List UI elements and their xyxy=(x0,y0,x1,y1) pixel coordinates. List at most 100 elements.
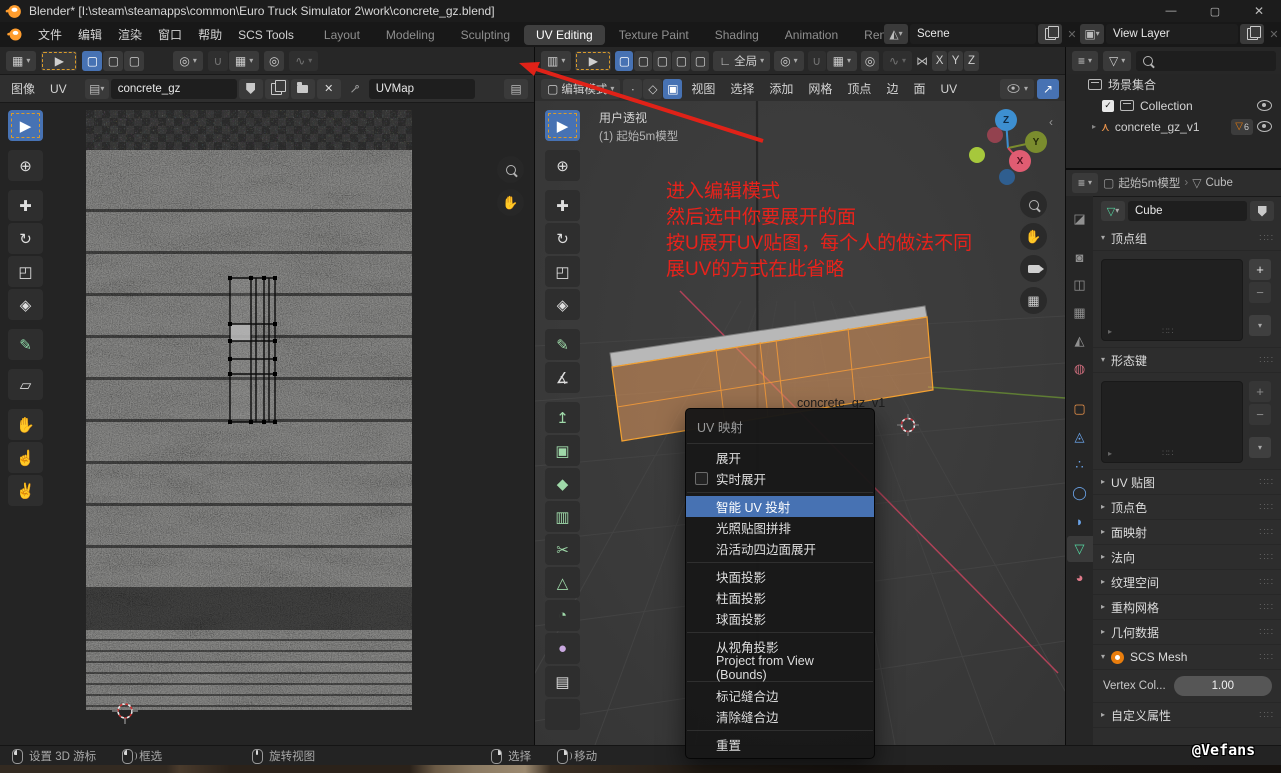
select-vertex-button[interactable]: ∙ xyxy=(623,79,642,99)
tab-material[interactable]: ◕ xyxy=(1067,564,1093,590)
uv-proportional-toggle[interactable]: ◎ xyxy=(264,51,284,71)
uv-tool-pinch[interactable]: ✌ xyxy=(8,475,43,506)
properties-type-button[interactable]: ≡▾ xyxy=(1072,173,1098,193)
vgroup-remove-button[interactable]: − xyxy=(1249,282,1271,303)
blender-menu-button[interactable] xyxy=(0,22,30,47)
panel-geometry-data[interactable]: ▸几何数据∷∷ xyxy=(1093,620,1281,645)
panel-face-maps[interactable]: ▸面映射∷∷ xyxy=(1093,520,1281,545)
vp-menu-uv[interactable]: UV xyxy=(934,75,963,102)
vp-tool-edge-slide[interactable]: ▤ xyxy=(545,666,580,697)
vp-menu-face[interactable]: 面 xyxy=(907,75,931,102)
vp-tool-poly-build[interactable]: △ xyxy=(545,567,580,598)
vp-select-set[interactable]: ▢ xyxy=(615,51,633,71)
navigation-gizmo[interactable]: Z Y X xyxy=(963,103,1053,193)
tab-output[interactable]: ◫ xyxy=(1067,272,1093,298)
scene-unlink-button[interactable]: ✕ xyxy=(1064,28,1080,41)
view-layer-remove-button[interactable]: ✕ xyxy=(1266,28,1281,41)
uv-select-mode-set[interactable]: ▢ xyxy=(82,51,102,71)
eye-icon[interactable] xyxy=(1257,121,1272,132)
uv-zoom-button[interactable] xyxy=(497,156,524,183)
vp-tool-smooth[interactable]: ● xyxy=(545,633,580,664)
vp-falloff-button[interactable]: ∿▾ xyxy=(883,51,912,71)
vp-pan-button[interactable]: ✋ xyxy=(1020,223,1047,250)
vp-tool-extra[interactable] xyxy=(545,699,580,730)
uv-tool-tweak[interactable]: ▶ xyxy=(8,110,43,141)
shapekey-add-button[interactable]: + xyxy=(1249,381,1271,402)
menu-window[interactable]: 窗口 xyxy=(150,22,190,47)
vp-tool-scale[interactable]: ◰ xyxy=(545,256,580,287)
outliner-object-row[interactable]: ▸ ⋏ concrete_gz_v1 ▽ 6 xyxy=(1066,116,1281,137)
uv-selected-face[interactable] xyxy=(230,324,251,341)
uvmap-field[interactable]: UVMap xyxy=(369,79,475,99)
mirror-y-toggle[interactable]: Y xyxy=(948,51,963,71)
tab-layout[interactable]: Layout xyxy=(312,25,372,45)
tab-particles[interactable]: ∴ xyxy=(1067,452,1093,478)
tab-world[interactable]: ◍ xyxy=(1067,356,1093,382)
shape-keys-list[interactable]: ▸ ∷∷ xyxy=(1101,381,1243,463)
list-expand-icon[interactable]: ▸ xyxy=(1108,449,1112,458)
menu-edit[interactable]: 编辑 xyxy=(70,22,110,47)
uv-pivot-button[interactable]: ◎▾ xyxy=(173,51,203,71)
overlays-dropdown[interactable]: ▾ xyxy=(1000,79,1034,99)
vp-menu-add[interactable]: 添加 xyxy=(763,75,799,102)
expand-triangle-icon[interactable]: ▸ xyxy=(1092,123,1096,131)
breadcrumb-object[interactable]: 起始5m模型 xyxy=(1118,175,1180,191)
tab-shading[interactable]: Shading xyxy=(703,25,771,45)
scene-copy-button[interactable] xyxy=(1038,24,1062,44)
outliner-filter-button[interactable]: ▽▾ xyxy=(1103,51,1131,71)
vp-select-subtract[interactable]: ▢ xyxy=(653,51,671,71)
vp-tool-spin[interactable]: ◔ xyxy=(545,600,580,631)
collapse-region-button[interactable]: ‹ xyxy=(1049,115,1053,129)
uv-tool-scale[interactable]: ◰ xyxy=(8,256,43,287)
mesh-name-field[interactable]: Cube xyxy=(1128,201,1247,221)
image-browse-button[interactable]: ▤▾ xyxy=(85,79,109,99)
uv-snap-target-button[interactable]: ▦▾ xyxy=(229,51,259,71)
uv-tool-grab[interactable]: ✋ xyxy=(8,409,43,440)
vertex-col-slider[interactable]: 1.00 xyxy=(1174,676,1272,696)
scene-name-field[interactable]: Scene xyxy=(910,24,1036,44)
menu-item-live-unwrap[interactable]: 实时展开 xyxy=(686,468,874,489)
vp-tool-loop-cut[interactable]: ▥ xyxy=(545,501,580,532)
vp-tool-measure[interactable]: ∡ xyxy=(545,362,580,393)
vp-camera-button[interactable] xyxy=(1020,255,1047,282)
close-button[interactable]: ✕ xyxy=(1237,0,1281,22)
vp-select-invert[interactable]: ▢ xyxy=(672,51,690,71)
menu-item-project-from-view-bounds[interactable]: Project from View (Bounds) xyxy=(686,657,874,678)
list-resize-grip[interactable]: ∷∷ xyxy=(1162,326,1173,337)
tab-texture-paint[interactable]: Texture Paint xyxy=(607,25,701,45)
panel-shape-keys[interactable]: ▾ 形态键∷∷ xyxy=(1093,348,1281,373)
shapekey-remove-button[interactable]: − xyxy=(1249,404,1271,425)
view-layer-name-field[interactable]: View Layer xyxy=(1106,24,1238,44)
menu-help[interactable]: 帮助 xyxy=(190,22,230,47)
vp-select-extend[interactable]: ▢ xyxy=(634,51,652,71)
vp-pivot-button[interactable]: ◎▾ xyxy=(774,51,804,71)
outliner-type-button[interactable]: ≡▾ xyxy=(1072,51,1098,71)
uv-editor-type-button[interactable]: ▦▾ xyxy=(6,51,36,71)
shapekey-specials-button[interactable]: ▾ xyxy=(1249,437,1271,458)
viewport-active-tool-button[interactable]: ▶ xyxy=(575,51,611,71)
eye-icon[interactable] xyxy=(1257,100,1272,111)
panel-uv-maps[interactable]: ▸UV 贴图∷∷ xyxy=(1093,470,1281,495)
vp-menu-select[interactable]: 选择 xyxy=(724,75,760,102)
panel-texture-space[interactable]: ▸纹理空间∷∷ xyxy=(1093,570,1281,595)
menu-render[interactable]: 渲染 xyxy=(110,22,150,47)
uv-tool-relax[interactable]: ☝ xyxy=(8,442,43,473)
breadcrumb-data[interactable]: Cube xyxy=(1205,177,1233,189)
menu-item-unwrap[interactable]: 展开 xyxy=(686,447,874,468)
vgroup-add-button[interactable]: + xyxy=(1249,259,1271,280)
image-name-field[interactable]: concrete_gz xyxy=(111,79,237,99)
uv-tool-cursor[interactable]: ⊕ xyxy=(8,150,43,181)
uv-menu-uv[interactable]: UV xyxy=(45,75,72,102)
vp-menu-vertex[interactable]: 顶点 xyxy=(841,75,877,102)
panel-vertex-colors[interactable]: ▸顶点色∷∷ xyxy=(1093,495,1281,520)
menu-item-smart-uv-project[interactable]: 智能 UV 投射 xyxy=(686,496,874,517)
select-face-button[interactable]: ▣ xyxy=(663,79,682,99)
panel-vertex-groups[interactable]: ▾ 顶点组∷∷ xyxy=(1093,226,1281,251)
mode-dropdown[interactable]: ▢编辑模式▾ xyxy=(541,79,620,99)
tab-animation[interactable]: Animation xyxy=(773,25,850,45)
vp-tool-tweak[interactable]: ▶ xyxy=(545,110,580,141)
vp-menu-edge[interactable]: 边 xyxy=(880,75,904,102)
vp-tool-annotate[interactable]: ✎ xyxy=(545,329,580,360)
menu-item-mark-seam[interactable]: 标记缝合边 xyxy=(686,685,874,706)
tab-uv-editing[interactable]: UV Editing xyxy=(524,25,605,45)
